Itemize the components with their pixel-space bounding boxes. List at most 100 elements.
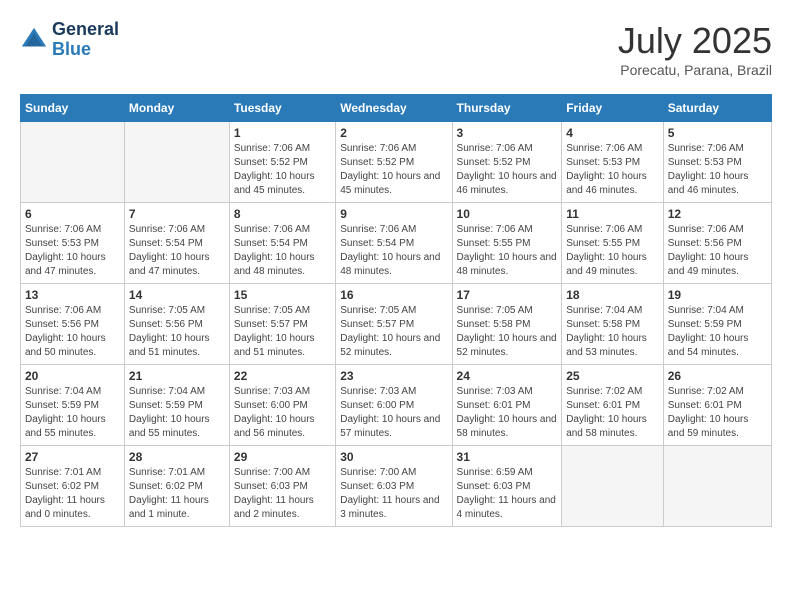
day-number: 28 — [129, 450, 225, 464]
calendar-cell: 20 Sunrise: 7:04 AM Sunset: 5:59 PM Dayli… — [21, 365, 125, 446]
day-number: 23 — [340, 369, 447, 383]
calendar-cell: 17 Sunrise: 7:05 AM Sunset: 5:58 PM Dayli… — [452, 284, 562, 365]
weekday-header: Monday — [124, 95, 229, 122]
day-info: Sunrise: 7:04 AM Sunset: 5:58 PM Dayligh… — [566, 304, 659, 360]
day-info: Sunrise: 7:06 AM Sunset: 5:53 PM Dayligh… — [25, 223, 120, 279]
calendar-cell: 7 Sunrise: 7:06 AM Sunset: 5:54 PM Daylig… — [124, 203, 229, 284]
calendar-cell: 12Sunrise: 7:06 AM Sunset: 5:56 PM Dayli… — [663, 203, 771, 284]
calendar-cell: 4 Sunrise: 7:06 AM Sunset: 5:53 PM Daylig… — [562, 122, 664, 203]
logo-blue: Blue — [52, 40, 119, 60]
day-info: Sunrise: 7:01 AM Sunset: 6:02 PM Dayligh… — [25, 466, 120, 522]
day-info: Sunrise: 7:01 AM Sunset: 6:02 PM Dayligh… — [129, 466, 225, 522]
day-number: 5 — [668, 126, 767, 140]
day-info: Sunrise: 7:00 AM Sunset: 6:03 PM Dayligh… — [234, 466, 331, 522]
calendar-cell: 22 Sunrise: 7:03 AM Sunset: 6:00 PM Dayli… — [229, 365, 335, 446]
calendar-cell: 23Sunrise: 7:03 AM Sunset: 6:00 PM Dayli… — [336, 365, 452, 446]
calendar-week-row: 6 Sunrise: 7:06 AM Sunset: 5:53 PM Daylig… — [21, 203, 772, 284]
logo-text: General Blue — [52, 20, 119, 60]
calendar-cell: 31 Sunrise: 6:59 AM Sunset: 6:03 PM Dayli… — [452, 446, 562, 527]
calendar-cell: 16Sunrise: 7:05 AM Sunset: 5:57 PM Dayli… — [336, 284, 452, 365]
day-info: Sunrise: 7:04 AM Sunset: 5:59 PM Dayligh… — [129, 385, 225, 441]
weekday-header: Thursday — [452, 95, 562, 122]
day-number: 21 — [129, 369, 225, 383]
day-info: Sunrise: 7:06 AM Sunset: 5:54 PM Dayligh… — [129, 223, 225, 279]
day-number: 25 — [566, 369, 659, 383]
calendar-cell — [663, 446, 771, 527]
day-info: Sunrise: 7:06 AM Sunset: 5:52 PM Dayligh… — [457, 142, 558, 198]
day-info: Sunrise: 7:06 AM Sunset: 5:55 PM Dayligh… — [566, 223, 659, 279]
calendar-cell: 9 Sunrise: 7:06 AM Sunset: 5:54 PM Daylig… — [336, 203, 452, 284]
day-number: 10 — [457, 207, 558, 221]
day-number: 11 — [566, 207, 659, 221]
day-number: 29 — [234, 450, 331, 464]
day-info: Sunrise: 7:06 AM Sunset: 5:55 PM Dayligh… — [457, 223, 558, 279]
day-info: Sunrise: 7:02 AM Sunset: 6:01 PM Dayligh… — [668, 385, 767, 441]
month-year: July 2025 — [618, 20, 772, 62]
day-info: Sunrise: 7:06 AM Sunset: 5:53 PM Dayligh… — [566, 142, 659, 198]
day-number: 4 — [566, 126, 659, 140]
day-number: 15 — [234, 288, 331, 302]
day-number: 16 — [340, 288, 447, 302]
calendar-cell: 5 Sunrise: 7:06 AM Sunset: 5:53 PM Daylig… — [663, 122, 771, 203]
calendar-cell: 15 Sunrise: 7:05 AM Sunset: 5:57 PM Dayli… — [229, 284, 335, 365]
calendar-cell: 27Sunrise: 7:01 AM Sunset: 6:02 PM Dayli… — [21, 446, 125, 527]
calendar-cell: 13 Sunrise: 7:06 AM Sunset: 5:56 PM Dayli… — [21, 284, 125, 365]
calendar-cell: 21 Sunrise: 7:04 AM Sunset: 5:59 PM Dayli… — [124, 365, 229, 446]
day-info: Sunrise: 7:04 AM Sunset: 5:59 PM Dayligh… — [668, 304, 767, 360]
day-info: Sunrise: 7:06 AM Sunset: 5:53 PM Dayligh… — [668, 142, 767, 198]
calendar-cell: 25 Sunrise: 7:02 AM Sunset: 6:01 PM Dayli… — [562, 365, 664, 446]
day-info: Sunrise: 7:04 AM Sunset: 5:59 PM Dayligh… — [25, 385, 120, 441]
weekday-header: Wednesday — [336, 95, 452, 122]
calendar-week-row: 27Sunrise: 7:01 AM Sunset: 6:02 PM Dayli… — [21, 446, 772, 527]
day-info: Sunrise: 7:06 AM Sunset: 5:56 PM Dayligh… — [25, 304, 120, 360]
calendar-cell: 29 Sunrise: 7:00 AM Sunset: 6:03 PM Dayli… — [229, 446, 335, 527]
calendar-cell: 28 Sunrise: 7:01 AM Sunset: 6:02 PM Dayli… — [124, 446, 229, 527]
day-number: 2 — [340, 126, 447, 140]
day-number: 26 — [668, 369, 767, 383]
location: Porecatu, Parana, Brazil — [618, 62, 772, 78]
calendar-table: SundayMondayTuesdayWednesdayThursdayFrid… — [20, 94, 772, 527]
calendar-cell: 6 Sunrise: 7:06 AM Sunset: 5:53 PM Daylig… — [21, 203, 125, 284]
day-number: 30 — [340, 450, 447, 464]
day-number: 14 — [129, 288, 225, 302]
day-number: 7 — [129, 207, 225, 221]
day-number: 1 — [234, 126, 331, 140]
calendar-cell — [124, 122, 229, 203]
day-info: Sunrise: 7:03 AM Sunset: 6:00 PM Dayligh… — [234, 385, 331, 441]
day-number: 17 — [457, 288, 558, 302]
calendar-cell: 26 Sunrise: 7:02 AM Sunset: 6:01 PM Dayli… — [663, 365, 771, 446]
day-number: 22 — [234, 369, 331, 383]
calendar-cell: 8 Sunrise: 7:06 AM Sunset: 5:54 PM Daylig… — [229, 203, 335, 284]
day-info: Sunrise: 7:06 AM Sunset: 5:54 PM Dayligh… — [234, 223, 331, 279]
day-number: 8 — [234, 207, 331, 221]
weekday-header: Saturday — [663, 95, 771, 122]
day-info: Sunrise: 6:59 AM Sunset: 6:03 PM Dayligh… — [457, 466, 558, 522]
day-info: Sunrise: 7:05 AM Sunset: 5:58 PM Dayligh… — [457, 304, 558, 360]
day-number: 31 — [457, 450, 558, 464]
day-number: 13 — [25, 288, 120, 302]
day-info: Sunrise: 7:06 AM Sunset: 5:52 PM Dayligh… — [340, 142, 447, 198]
calendar-cell — [562, 446, 664, 527]
page-header: General Blue July 2025 Porecatu, Parana,… — [20, 20, 772, 78]
calendar-cell: 11 Sunrise: 7:06 AM Sunset: 5:55 PM Dayli… — [562, 203, 664, 284]
calendar-week-row: 1 Sunrise: 7:06 AM Sunset: 5:52 PM Daylig… — [21, 122, 772, 203]
logo-general: General — [52, 20, 119, 40]
day-info: Sunrise: 7:00 AM Sunset: 6:03 PM Dayligh… — [340, 466, 447, 522]
day-info: Sunrise: 7:02 AM Sunset: 6:01 PM Dayligh… — [566, 385, 659, 441]
calendar-header-row: SundayMondayTuesdayWednesdayThursdayFrid… — [21, 95, 772, 122]
calendar-cell: 3Sunrise: 7:06 AM Sunset: 5:52 PM Daylig… — [452, 122, 562, 203]
day-info: Sunrise: 7:06 AM Sunset: 5:54 PM Dayligh… — [340, 223, 447, 279]
calendar-cell: 10 Sunrise: 7:06 AM Sunset: 5:55 PM Dayli… — [452, 203, 562, 284]
day-number: 6 — [25, 207, 120, 221]
calendar-cell: 1Sunrise: 7:06 AM Sunset: 5:52 PM Daylig… — [229, 122, 335, 203]
day-number: 9 — [340, 207, 447, 221]
day-number: 19 — [668, 288, 767, 302]
day-number: 20 — [25, 369, 120, 383]
weekday-header: Friday — [562, 95, 664, 122]
calendar-body: 1 Sunrise: 7:06 AM Sunset: 5:52 PM Daylig… — [21, 122, 772, 527]
title-area: July 2025 Porecatu, Parana, Brazil — [618, 20, 772, 78]
day-info: Sunrise: 7:05 AM Sunset: 5:57 PM Dayligh… — [234, 304, 331, 360]
calendar-cell: 19 Sunrise: 7:04 AM Sunset: 5:59 PM Dayli… — [663, 284, 771, 365]
calendar-cell — [21, 122, 125, 203]
day-info: Sunrise: 7:03 AM Sunset: 6:01 PM Dayligh… — [457, 385, 558, 441]
